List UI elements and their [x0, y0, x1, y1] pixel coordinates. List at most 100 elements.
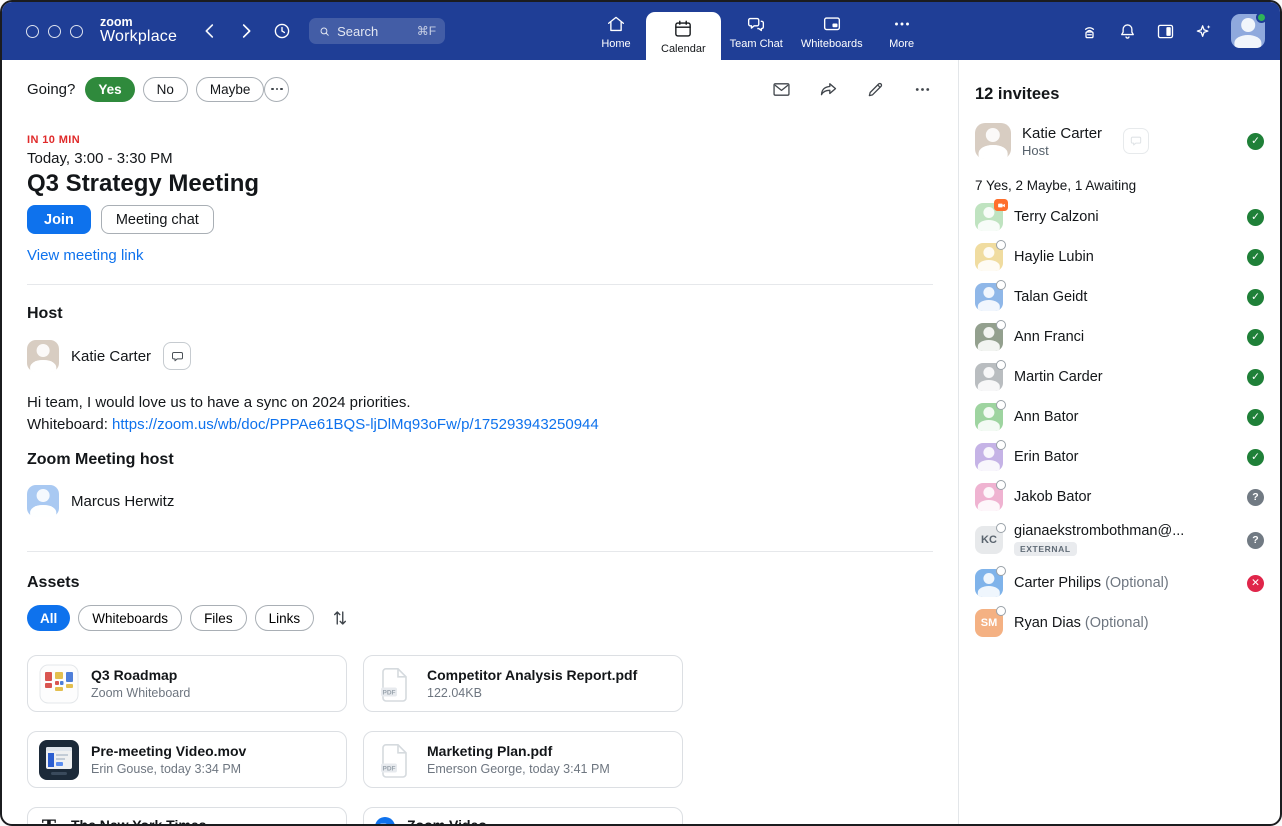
invitee-row-martin-carder[interactable]: Martin Carder✓ — [975, 357, 1264, 397]
asset-text: Competitor Analysis Report.pdf 122.04KB — [427, 667, 637, 700]
filter-pills: All Whiteboards Files Links — [27, 605, 314, 631]
forward-button[interactable] — [235, 20, 257, 42]
search-shortcut: ⌘F — [417, 24, 436, 38]
pdf-file-icon: PDF — [375, 740, 415, 780]
more-button[interactable] — [912, 79, 933, 100]
invitee-name-block: gianaekstrombothman@...EXTERNAL — [1014, 523, 1184, 557]
presence-indicator — [996, 523, 1006, 533]
avatar — [975, 203, 1003, 231]
in-meeting-camera-badge — [994, 199, 1008, 211]
event-description: Hi team, I would love us to have a sync … — [27, 392, 933, 436]
invitee-row-haylie-lubin[interactable]: Haylie Lubin✓ — [975, 237, 1264, 277]
avatar — [975, 403, 1003, 431]
asset-text: Zoom Video — [407, 817, 487, 826]
meeting-chat-button[interactable]: Meeting chat — [101, 205, 214, 234]
asset-card-q3-roadmap[interactable]: Q3 RoadmapZoom Whiteboard — [27, 655, 347, 712]
invitee-row-talan-geidt[interactable]: Talan Geidt✓ — [975, 277, 1264, 317]
invitee-name: Ryan Dias (Optional) — [1014, 615, 1149, 631]
asset-card-the-new-york-times[interactable]: T The New York Times — [27, 807, 347, 826]
invitee-row-jakob-bator[interactable]: Jakob Bator? — [975, 477, 1264, 517]
window-close-button[interactable] — [26, 25, 39, 38]
chat-button[interactable] — [1123, 128, 1149, 154]
avatar — [975, 443, 1003, 471]
invitee-name: Ann Bator — [1014, 409, 1079, 425]
avatar — [975, 363, 1003, 391]
pdf-thumbnail: PDF — [375, 664, 415, 704]
invitee-row-ryan-dias[interactable]: SMRyan Dias (Optional) — [975, 603, 1264, 643]
rsvp-maybe-button[interactable]: Maybe — [196, 77, 265, 102]
content-area: Going? YesNoMaybe IN 10 MIN Today, 3:00 … — [2, 60, 1280, 826]
asset-card-zoom-video[interactable]: Zoom Video — [363, 807, 683, 826]
ai-companion-icon[interactable] — [1193, 21, 1214, 42]
asset-subtitle: 122.04KB — [427, 686, 637, 700]
profile-avatar[interactable] — [1231, 14, 1265, 48]
side-panel-icon[interactable] — [1155, 21, 1176, 42]
asset-title: Competitor Analysis Report.pdf — [427, 667, 637, 683]
invitee-row-carter-philips[interactable]: Carter Philips (Optional)✕ — [975, 563, 1264, 603]
invitee-name: Ann Franci — [1014, 329, 1084, 345]
invitee-row-terry-calzoni[interactable]: Terry Calzoni✓ — [975, 197, 1264, 237]
back-button[interactable] — [199, 20, 221, 42]
email-button[interactable] — [771, 79, 792, 100]
event-title: Q3 Strategy Meeting — [27, 169, 933, 198]
chat-with-host-button[interactable] — [163, 342, 191, 370]
invitee-row-ann-franci[interactable]: Ann Franci✓ — [975, 317, 1264, 357]
filter-whiteboards-button[interactable]: Whiteboards — [78, 605, 182, 631]
invitee-name-block: Ryan Dias (Optional) — [1014, 615, 1149, 631]
optional-label: (Optional) — [1105, 575, 1169, 591]
invitee-row-gianaekstrombothman[interactable]: KC gianaekstrombothman@...EXTERNAL? — [975, 517, 1264, 563]
history-button[interactable] — [271, 20, 293, 42]
rsvp-status-icon: ? — [1247, 532, 1264, 549]
more-icon — [891, 13, 913, 35]
rsvp-yes-button[interactable]: Yes — [85, 77, 134, 102]
rsvp-status-icon: ✕ — [1247, 575, 1264, 592]
rsvp-no-button[interactable]: No — [143, 77, 188, 102]
asset-card-marketing-plan-pdf[interactable]: PDFMarketing Plan.pdfEmerson George, tod… — [363, 731, 683, 788]
edit-button[interactable] — [865, 79, 886, 100]
invitee-host-row[interactable]: Katie Carter Host ✓ — [975, 123, 1264, 159]
invitee-row-erin-bator[interactable]: Erin Bator✓ — [975, 437, 1264, 477]
tab-whiteboards[interactable]: Whiteboards — [792, 2, 872, 60]
window-controls — [26, 25, 83, 38]
rsvp-options: Yes No Maybe — [85, 77, 264, 102]
sort-button[interactable] — [329, 607, 351, 629]
filter-all-button[interactable]: All — [27, 605, 70, 631]
invitee-name: Jakob Bator — [1014, 489, 1091, 505]
whiteboard-link[interactable]: https://zoom.us/wb/doc/PPPAe61BQS-ljDlMq… — [112, 416, 599, 433]
notifications-icon[interactable] — [1117, 21, 1138, 42]
invitee-name-block: Talan Geidt — [1014, 289, 1087, 305]
search-icon — [318, 25, 331, 38]
window-zoom-button[interactable] — [70, 25, 83, 38]
window-minimize-button[interactable] — [48, 25, 61, 38]
tab-team-chat[interactable]: Team Chat — [721, 2, 792, 60]
share-button[interactable] — [818, 79, 839, 100]
event-time: Today, 3:00 - 3:30 PM — [27, 150, 933, 167]
tab-more[interactable]: More — [872, 2, 932, 60]
hotspot-icon[interactable] — [1079, 21, 1100, 42]
tab-calendar[interactable]: Calendar — [646, 12, 721, 60]
host-heading: Host — [27, 305, 933, 323]
event-detail-panel: Going? YesNoMaybe IN 10 MIN Today, 3:00 … — [2, 60, 958, 826]
join-button[interactable]: Join — [27, 205, 91, 234]
asset-title: The New York Times — [71, 817, 206, 826]
tab-home[interactable]: Home — [586, 2, 646, 60]
tab-label: Whiteboards — [801, 38, 863, 50]
filter-files-button[interactable]: Files — [190, 605, 247, 631]
asset-subtitle: Emerson George, today 3:41 PM — [427, 762, 610, 776]
topbar-right-icons — [1079, 2, 1265, 60]
svg-text:PDF: PDF — [383, 689, 396, 696]
nyt-thumbnail: T — [39, 817, 59, 826]
view-meeting-link[interactable]: View meeting link — [27, 247, 933, 264]
filter-links-button[interactable]: Links — [255, 605, 315, 631]
asset-card-pre-meeting-video-mov[interactable]: Pre-meeting Video.movErin Gouse, today 3… — [27, 731, 347, 788]
presence-indicator — [996, 280, 1006, 290]
invitee-row-ann-bator[interactable]: Ann Bator✓ — [975, 397, 1264, 437]
zoom-host-row: Marcus Herwitz — [27, 485, 933, 517]
invitee-name: Talan Geidt — [1014, 289, 1087, 305]
divider — [27, 551, 933, 552]
asset-card-competitor-analysis-report-pdf[interactable]: PDF Competitor Analysis Report.pdf 122.04K… — [363, 655, 683, 712]
asset-title: Zoom Video — [407, 817, 487, 826]
search-input[interactable]: Search ⌘F — [309, 18, 445, 44]
rsvp-more-button[interactable] — [264, 77, 289, 102]
avatar: KC — [975, 526, 1003, 554]
